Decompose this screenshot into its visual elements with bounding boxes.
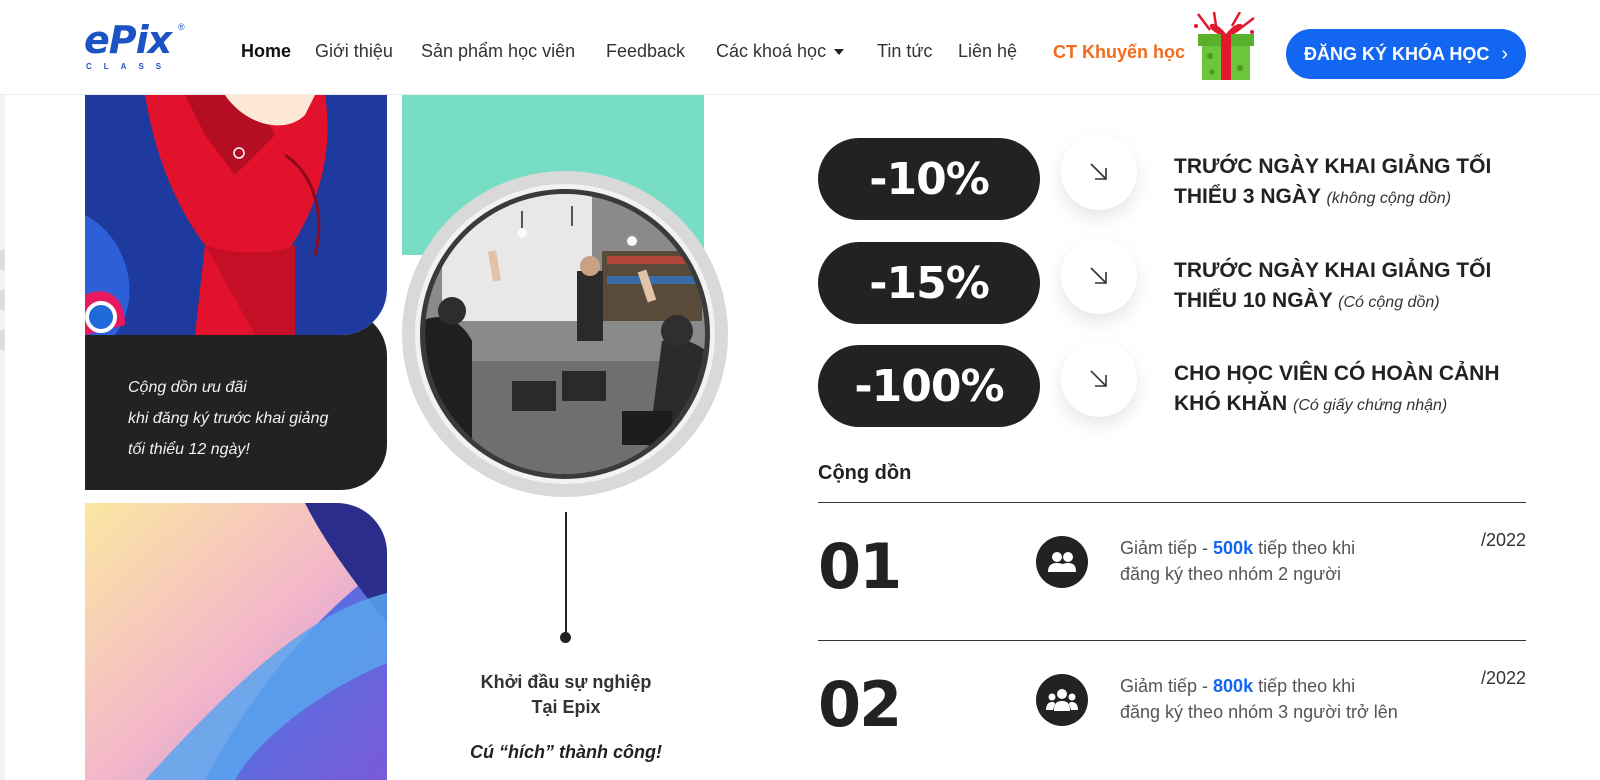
tier-amount: 800k	[1213, 676, 1254, 696]
tier-amount: 500k	[1213, 538, 1254, 558]
epix-logo[interactable]: ePix ® CLASS	[84, 16, 188, 76]
nav-home[interactable]: Home	[241, 41, 291, 62]
discount-pill: -100%	[818, 345, 1040, 427]
discount-line-with-note: THIỂU 10 NGÀY (Có cộng dồn)	[1174, 286, 1514, 318]
registered-mark: ®	[178, 22, 185, 32]
discount-line: THIỂU 10 NGÀY	[1174, 289, 1333, 312]
career-heading: Khởi đầu sự nghiệp Tại Epix	[430, 670, 702, 720]
nav-courses[interactable]: Các khoá học	[716, 41, 845, 62]
chevron-down-icon	[834, 49, 845, 56]
tier-prefix: Giảm tiếp -	[1120, 538, 1214, 558]
chevron-right-icon: ›	[1501, 42, 1508, 65]
classroom-photo	[402, 171, 728, 497]
nav-contact[interactable]: Liên hệ	[958, 41, 1017, 62]
discount-row: -100% CHO HỌC VIÊN CÓ HOÀN CẢNH KHÓ KHĂN…	[818, 341, 1538, 427]
tier-suffix: tiếp theo khi	[1253, 676, 1356, 696]
discount-condition: TRƯỚC NGÀY KHAI GIẢNG TỐI THIỂU 3 NGÀY (…	[1174, 152, 1514, 214]
tier-suffix: tiếp theo khi	[1253, 538, 1356, 558]
group-3-icon	[1036, 674, 1088, 726]
quote-line: tối thiểu 12 ngày!	[128, 441, 250, 458]
edge-mark	[0, 330, 5, 350]
illustration-red-figure	[85, 95, 387, 335]
nav-scholarship-program[interactable]: CT Khuyến học	[1053, 42, 1185, 63]
tier-line-2: đăng ký theo nhóm 3 người trở lên	[1120, 702, 1398, 722]
tier-prefix: Giảm tiếp -	[1120, 676, 1214, 696]
gift-box-icon[interactable]	[1188, 11, 1262, 82]
discount-note: (Có giấy chứng nhận)	[1293, 397, 1448, 414]
illustration-gradient	[85, 503, 387, 780]
edge-mark	[0, 250, 5, 270]
tier-description: Giảm tiếp - 500k tiếp theo khi đăng ký t…	[1120, 535, 1440, 587]
career-line: Tại Epix	[531, 697, 601, 717]
tier-description: Giảm tiếp - 800k tiếp theo khi đăng ký t…	[1120, 673, 1440, 725]
tier-number: 02	[818, 668, 902, 741]
slogan: Cú “hích” thành công!	[470, 742, 662, 762]
discount-line: CHO HỌC VIÊN CÓ HOÀN CẢNH	[1174, 362, 1500, 385]
tier-line-1: Giảm tiếp - 800k tiếp theo khi	[1120, 673, 1440, 699]
group-2-icon	[1036, 536, 1088, 588]
timeline-line	[565, 512, 567, 636]
logo-subtext: CLASS	[86, 62, 174, 71]
cumulative-tier: 02 Giảm tiếp - 800k tiếp theo khi đăng k…	[818, 668, 1526, 778]
discount-note: (Có cộng dồn)	[1338, 294, 1440, 311]
register-course-label: ĐĂNG KÝ KHÓA HỌC	[1303, 43, 1490, 64]
career-line: Khởi đầu sự nghiệp	[480, 672, 652, 692]
discount-condition: TRƯỚC NGÀY KHAI GIẢNG TỐI THIỂU 10 NGÀY …	[1174, 256, 1514, 318]
arrow-down-right-icon[interactable]	[1061, 238, 1137, 314]
discount-line-with-note: KHÓ KHĂN (Có giấy chứng nhận)	[1174, 389, 1514, 421]
discount-line: TRƯỚC NGÀY KHAI GIẢNG TỐI	[1174, 259, 1492, 282]
arrow-down-right-icon[interactable]	[1061, 341, 1137, 417]
discount-note: (không cộng dồn)	[1326, 190, 1452, 207]
tier-line-2: đăng ký theo nhóm 2 người	[1120, 564, 1341, 584]
page: ePix ® CLASS Home Giới thiệu Sản phẩm họ…	[0, 0, 1600, 780]
discount-row: -10% TRƯỚC NGÀY KHAI GIẢNG TỐI THIỂU 3 N…	[818, 134, 1538, 220]
discount-line: THIỂU 3 NGÀY	[1174, 185, 1321, 208]
quote-line: Cộng dồn ưu đãi	[128, 379, 247, 396]
tier-date: /2022	[1480, 668, 1526, 688]
nav-feedback[interactable]: Feedback	[606, 41, 685, 62]
promo-quote: Cộng dồn ưu đãi khi đăng ký trước khai g…	[128, 372, 368, 465]
discount-pill: -15%	[818, 242, 1040, 324]
divider	[818, 502, 1526, 503]
timeline-dot	[560, 632, 571, 643]
cumulative-tier: 01 Giảm tiếp - 500k tiếp theo khi đăng k…	[818, 530, 1526, 640]
discount-row: -15% TRƯỚC NGÀY KHAI GIẢNG TỐI THIỂU 10 …	[818, 238, 1538, 324]
left-edge-strip	[0, 95, 5, 780]
nav-courses-label: Các khoá học	[716, 41, 827, 61]
nav-news[interactable]: Tin tức	[877, 41, 932, 62]
nav-student-products[interactable]: Sản phẩm học viên	[421, 41, 575, 62]
edge-mark	[0, 290, 5, 310]
cumulative-title: Cộng dồn	[818, 462, 912, 484]
tier-number: 01	[818, 530, 902, 603]
discount-line: KHÓ KHĂN	[1174, 392, 1288, 415]
quote-line: khi đăng ký trước khai giảng	[128, 410, 329, 427]
discount-condition: CHO HỌC VIÊN CÓ HOÀN CẢNH KHÓ KHĂN (Có g…	[1174, 359, 1514, 421]
register-course-button[interactable]: ĐĂNG KÝ KHÓA HỌC ›	[1286, 29, 1526, 79]
discount-line-with-note: THIỂU 3 NGÀY (không cộng dồn)	[1174, 182, 1514, 214]
site-header: ePix ® CLASS Home Giới thiệu Sản phẩm họ…	[0, 0, 1600, 95]
discount-line: TRƯỚC NGÀY KHAI GIẢNG TỐI	[1174, 155, 1492, 178]
tier-date: /2022	[1480, 530, 1526, 550]
logo-wordmark: ePix	[84, 18, 172, 62]
arrow-down-right-icon[interactable]	[1061, 134, 1137, 210]
tier-line-1: Giảm tiếp - 500k tiếp theo khi	[1120, 535, 1440, 561]
discount-pill: -10%	[818, 138, 1040, 220]
nav-about[interactable]: Giới thiệu	[315, 41, 393, 62]
divider	[818, 640, 1526, 641]
